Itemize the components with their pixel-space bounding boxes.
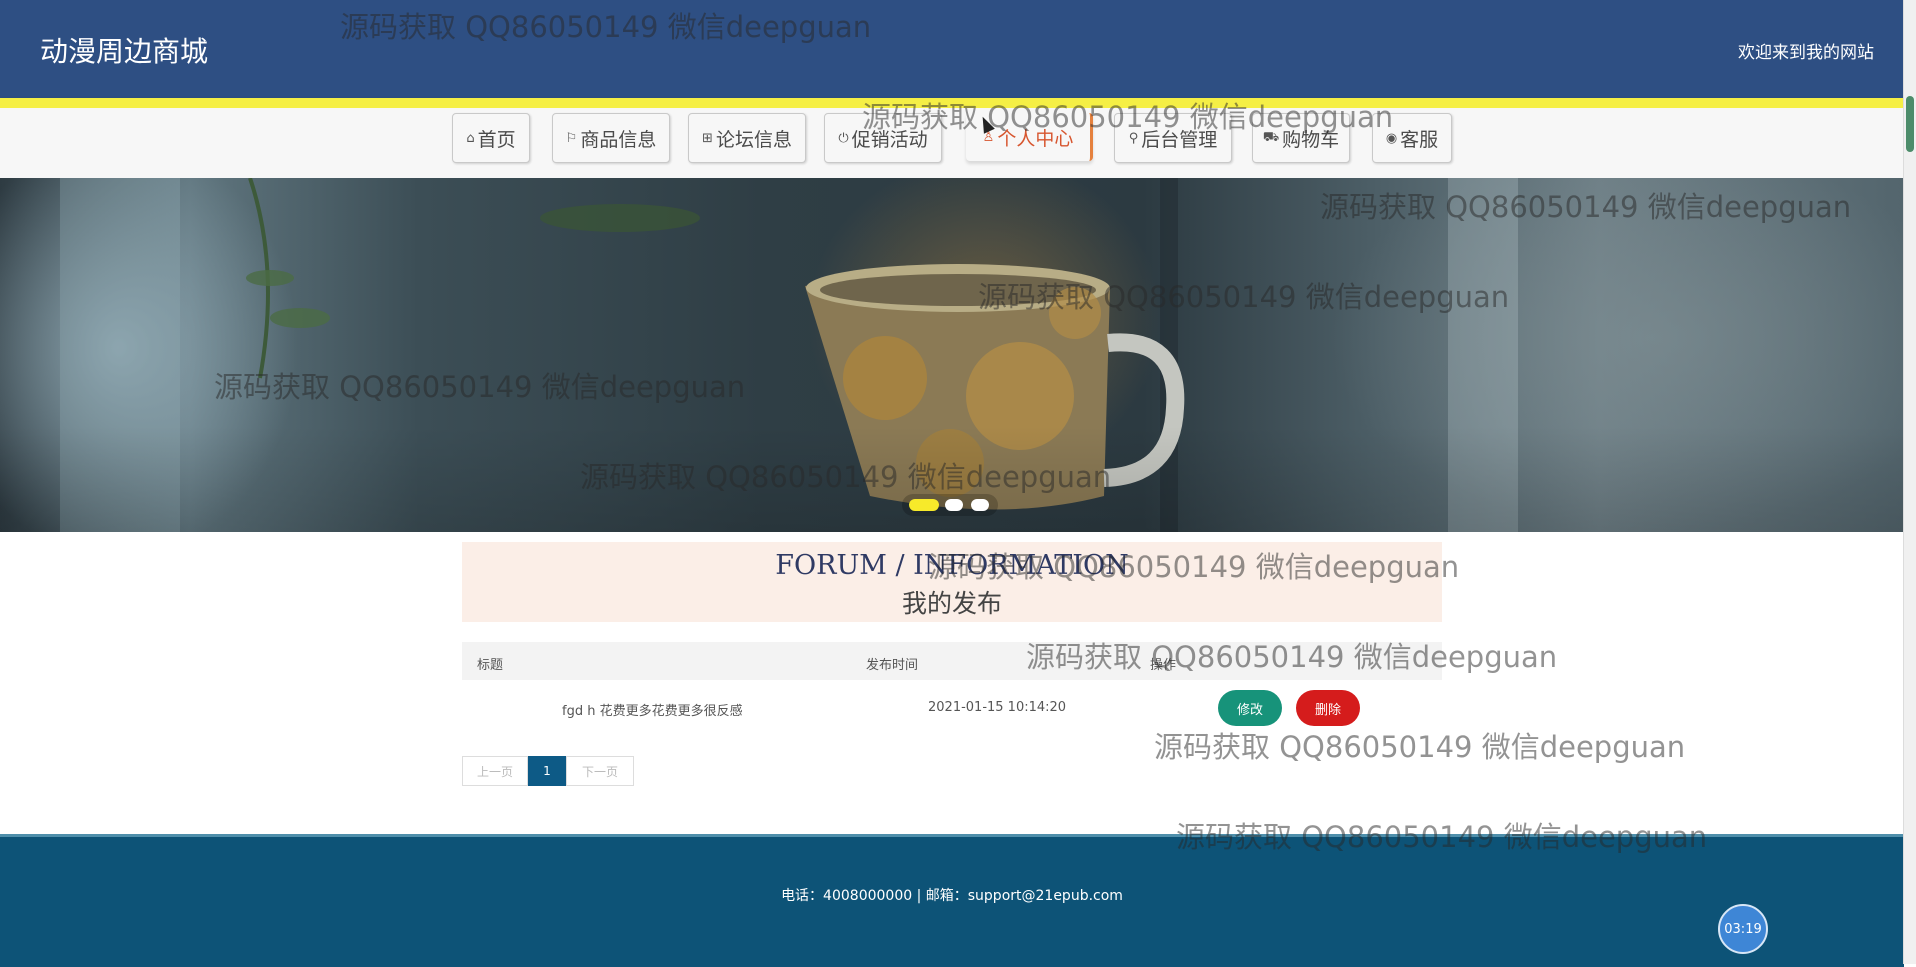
prev-page-button[interactable]: 上一页 bbox=[462, 756, 528, 786]
cart-icon: ⛟ bbox=[1262, 129, 1280, 145]
row-time: 2021-01-15 10:14:20 bbox=[928, 700, 1067, 715]
welcome-text: 欢迎来到我的网站 bbox=[1738, 43, 1874, 63]
nav-support[interactable]: ◉ 客服 bbox=[1372, 113, 1452, 163]
section-title: FORUM / INFORMATION 我的发布 bbox=[462, 542, 1442, 622]
nav-products[interactable]: ⚐ 商品信息 bbox=[552, 113, 670, 163]
footer-contact: 电话：4008000000 | 邮箱：support@21epub.com bbox=[781, 888, 1123, 904]
nav-cart[interactable]: ⛟ 购物车 bbox=[1252, 113, 1350, 163]
nav-forum[interactable]: ⊞ 论坛信息 bbox=[688, 113, 806, 163]
accent-line bbox=[0, 98, 1904, 108]
main-nav: ⌂ 首页 ⚐ 商品信息 ⊞ 论坛信息 ⏻ 促销活动 ♙ 个人中心 ⚲ 后台管理 ⛟ 购物车 ◉… bbox=[0, 108, 1904, 178]
banner-shade bbox=[0, 178, 1904, 532]
site-footer: 电话：4008000000 | 邮箱：support@21epub.com bbox=[0, 834, 1904, 967]
col-actions: 操作 bbox=[1150, 658, 1177, 673]
site-header: 动漫周边商城 欢迎来到我的网站 bbox=[0, 0, 1904, 98]
timer-badge[interactable]: 03:19 bbox=[1718, 904, 1768, 954]
support-icon: ◉ bbox=[1385, 130, 1398, 146]
carousel-indicators bbox=[902, 494, 998, 516]
table-header: 标题 发布时间 操作 bbox=[462, 642, 1442, 680]
forum-icon: ⊞ bbox=[702, 130, 713, 146]
carousel-dot-3[interactable] bbox=[971, 499, 989, 511]
edit-button[interactable]: 修改 bbox=[1218, 690, 1282, 726]
nav-home[interactable]: ⌂ 首页 bbox=[452, 113, 530, 163]
col-time: 发布时间 bbox=[866, 658, 919, 673]
col-title: 标题 bbox=[477, 658, 504, 673]
scrollbar-thumb[interactable] bbox=[1906, 96, 1914, 152]
delete-button[interactable]: 删除 bbox=[1296, 690, 1360, 726]
watermark: 源码获取 QQ86050149 微信deepguan bbox=[1154, 730, 1686, 764]
pagination: 上一页 1 下一页 bbox=[462, 756, 634, 786]
row-title[interactable]: fgd h 花费更多花费更多很反感 bbox=[562, 700, 743, 719]
power-icon: ⏻ bbox=[838, 130, 849, 146]
carousel-dot-2[interactable] bbox=[945, 499, 963, 511]
next-page-button[interactable]: 下一页 bbox=[566, 756, 634, 786]
carousel-dot-1[interactable] bbox=[909, 499, 939, 511]
page-1-button[interactable]: 1 bbox=[528, 756, 566, 786]
table-row: fgd h 花费更多花费更多很反感 2021-01-15 10:14:20 修改… bbox=[462, 690, 1442, 726]
section-title-en: FORUM / INFORMATION bbox=[775, 550, 1129, 581]
nav-promotions[interactable]: ⏻ 促销活动 bbox=[824, 113, 942, 163]
link-icon: ⚲ bbox=[1128, 130, 1139, 146]
section-title-cn: 我的发布 bbox=[901, 589, 1002, 618]
home-icon: ⌂ bbox=[466, 130, 475, 146]
page-scrollbar[interactable] bbox=[1903, 0, 1916, 964]
nav-admin[interactable]: ⚲ 后台管理 bbox=[1114, 113, 1232, 163]
site-brand[interactable]: 动漫周边商城 bbox=[40, 30, 208, 70]
flag-icon: ⚐ bbox=[565, 130, 578, 146]
banner-carousel[interactable] bbox=[0, 178, 1904, 532]
